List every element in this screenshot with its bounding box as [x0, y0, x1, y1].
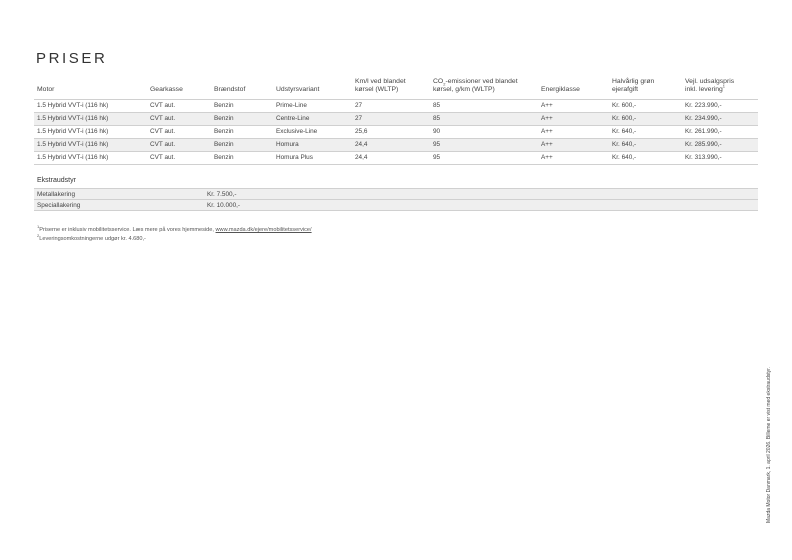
extras-table: Metallakering Kr. 7.500,- Speciallakerin…: [34, 188, 758, 211]
header-km-l: Km/l ved blandet kørsel (WLTP): [352, 78, 430, 99]
header-pris: Vejl. udsalgspris inkl. levering1: [682, 78, 758, 99]
cell-variant: Prime-Line: [273, 98, 352, 113]
table-row: 1.5 Hybrid VVT-i (116 hk) CVT aut. Benzi…: [34, 137, 758, 152]
cell-km-l: 27: [352, 111, 430, 126]
cell-co2: 95: [430, 150, 538, 165]
cell-gearkasse: CVT aut.: [147, 111, 211, 126]
mobility-service-link[interactable]: www.mazda.dk/ejere/mobilitetsservice/: [216, 227, 312, 233]
cell-motor: 1.5 Hybrid VVT-i (116 hk): [34, 111, 147, 126]
header-ejerafgift: Halvårlig grøn ejerafgift: [609, 78, 682, 99]
cell-pris: Kr. 234.990,-: [682, 111, 758, 126]
cell-gearkasse: CVT aut.: [147, 137, 211, 152]
cell-gearkasse: CVT aut.: [147, 124, 211, 139]
footnote-2-text: Leveringsomkostningerne udgør kr. 4.680,…: [39, 235, 146, 242]
cell-variant: Homura: [273, 137, 352, 152]
cell-km-l: 25,6: [352, 124, 430, 139]
header-gearkasse: Gearkasse: [150, 86, 183, 94]
header-pris-sup: 1: [722, 84, 726, 90]
price-table-header: Motor Gearkasse Brændstof Udstyrsvariant…: [34, 78, 758, 99]
header-motor: Motor: [37, 86, 55, 94]
price-table: Motor Gearkasse Brændstof Udstyrsvariant…: [34, 78, 758, 165]
cell-braendstof: Benzin: [211, 137, 273, 152]
cell-energiklasse: A++: [538, 150, 609, 165]
side-note: Mazda Motor Danmark, 1. april 2026. Bill…: [766, 367, 772, 523]
header-km-l-line1: Km/l ved blandet: [355, 78, 406, 85]
page-title: PRISER: [36, 50, 108, 67]
footnotes: 1Priserne er inklusiv mobilitetsservice.…: [37, 225, 312, 244]
cell-variant: Homura Plus: [273, 150, 352, 165]
cell-braendstof: Benzin: [211, 98, 273, 113]
cell-variant: Exclusive-Line: [273, 124, 352, 139]
extra-value: Kr. 10.000,-: [204, 199, 758, 211]
cell-km-l: 27: [352, 98, 430, 113]
cell-variant: Centre-Line: [273, 111, 352, 126]
cell-co2: 85: [430, 111, 538, 126]
cell-energiklasse: A++: [538, 98, 609, 113]
header-co2-line2: kørsel, g/km (WLTP): [433, 86, 495, 94]
table-row: Metallakering Kr. 7.500,-: [34, 188, 758, 200]
footnote-2: 2Leveringsomkostningerne udgør kr. 4.680…: [37, 233, 312, 244]
footnote-1: 1Priserne er inklusiv mobilitetsservice.…: [37, 225, 312, 235]
cell-pris: Kr. 313.990,-: [682, 150, 758, 165]
cell-ejerafgift: Kr. 600,-: [609, 111, 682, 126]
cell-gearkasse: CVT aut.: [147, 98, 211, 113]
table-row: 1.5 Hybrid VVT-i (116 hk) CVT aut. Benzi…: [34, 150, 758, 165]
header-energiklasse: Energiklasse: [541, 86, 580, 94]
cell-braendstof: Benzin: [211, 150, 273, 165]
header-ejerafgift-line2: ejerafgift: [612, 86, 639, 94]
header-udstyrsvariant: Udstyrsvariant: [276, 86, 320, 94]
cell-energiklasse: A++: [538, 124, 609, 139]
header-km-l-line2: kørsel (WLTP): [355, 86, 399, 94]
cell-energiklasse: A++: [538, 137, 609, 152]
cell-ejerafgift: Kr. 600,-: [609, 98, 682, 113]
header-braendstof: Brændstof: [214, 86, 246, 94]
table-row: Speciallakering Kr. 10.000,-: [34, 199, 758, 211]
cell-ejerafgift: Kr. 640,-: [609, 137, 682, 152]
table-row: 1.5 Hybrid VVT-i (116 hk) CVT aut. Benzi…: [34, 111, 758, 126]
extra-value: Kr. 7.500,-: [204, 188, 758, 200]
extras-title: Ekstraudstyr: [37, 177, 76, 184]
table-row: 1.5 Hybrid VVT-i (116 hk) CVT aut. Benzi…: [34, 124, 758, 139]
header-co2: CO2-emissioner ved blandet kørsel, g/km …: [430, 78, 538, 99]
cell-braendstof: Benzin: [211, 111, 273, 126]
cell-co2: 85: [430, 98, 538, 113]
cell-pris: Kr. 223.990,-: [682, 98, 758, 113]
extra-label: Speciallakering: [34, 199, 204, 211]
header-pris-line2: inkl. levering: [685, 86, 723, 94]
cell-co2: 90: [430, 124, 538, 139]
cell-ejerafgift: Kr. 640,-: [609, 150, 682, 165]
header-co2-b: -emissioner ved blandet: [445, 78, 518, 85]
cell-pris: Kr. 285.990,-: [682, 137, 758, 152]
cell-braendstof: Benzin: [211, 124, 273, 139]
extra-label: Metallakering: [34, 188, 204, 200]
footnote-1-text: Priserne er inklusiv mobilitetsservice. …: [39, 227, 216, 233]
cell-motor: 1.5 Hybrid VVT-i (116 hk): [34, 124, 147, 139]
table-row: 1.5 Hybrid VVT-i (116 hk) CVT aut. Benzi…: [34, 98, 758, 113]
cell-ejerafgift: Kr. 640,-: [609, 124, 682, 139]
cell-motor: 1.5 Hybrid VVT-i (116 hk): [34, 150, 147, 165]
cell-pris: Kr. 261.990,-: [682, 124, 758, 139]
cell-energiklasse: A++: [538, 111, 609, 126]
cell-motor: 1.5 Hybrid VVT-i (116 hk): [34, 137, 147, 152]
cell-motor: 1.5 Hybrid VVT-i (116 hk): [34, 98, 147, 113]
cell-gearkasse: CVT aut.: [147, 150, 211, 165]
header-co2-a: CO: [433, 78, 444, 85]
cell-co2: 95: [430, 137, 538, 152]
cell-km-l: 24,4: [352, 137, 430, 152]
header-pris-line1: Vejl. udsalgspris: [685, 78, 735, 85]
header-ejerafgift-line1: Halvårlig grøn: [612, 78, 655, 85]
cell-km-l: 24,4: [352, 150, 430, 165]
